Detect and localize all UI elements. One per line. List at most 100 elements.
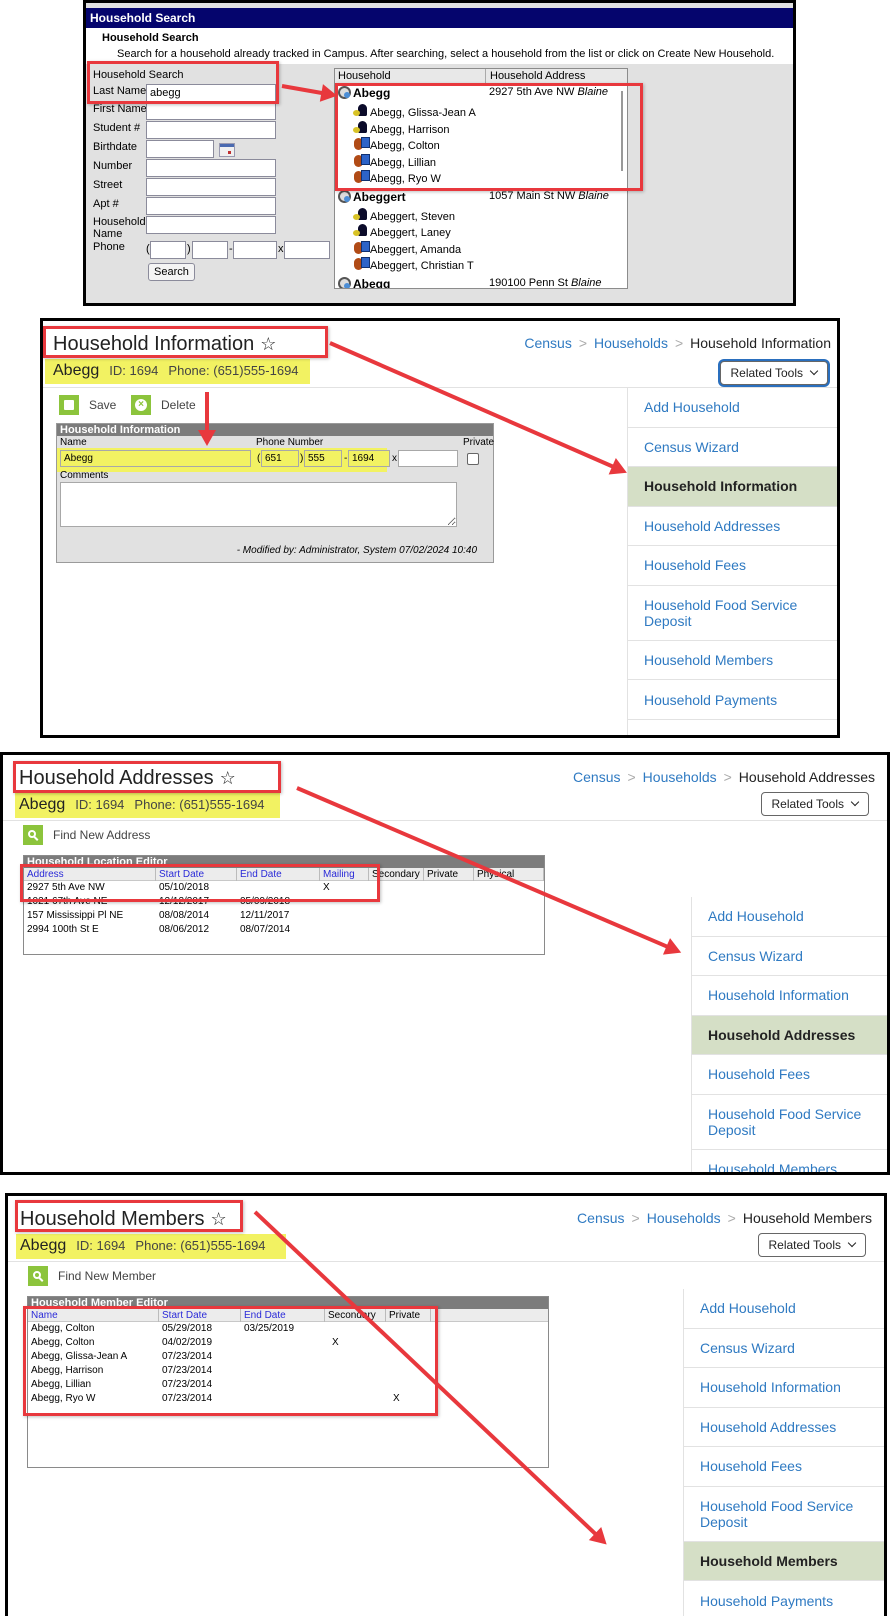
phone-prefix-input[interactable] xyxy=(192,241,228,259)
sidebar-item-household-payments[interactable]: Household Payments xyxy=(684,1581,884,1616)
phone-ext-input[interactable] xyxy=(398,450,458,467)
sidebar-item-census-wizard[interactable]: Census Wizard xyxy=(684,1329,884,1368)
column-header-address[interactable]: Address xyxy=(24,868,156,881)
member-result[interactable]: Abeggert, Laney xyxy=(353,224,451,239)
sidebar-item-add-household[interactable]: Add Household xyxy=(692,897,887,937)
breadcrumb-households[interactable]: Households xyxy=(643,769,717,785)
member-result[interactable]: Abeggert, Amanda xyxy=(353,240,461,256)
find-new-address-button[interactable]: Find New Address xyxy=(23,825,150,845)
member-result[interactable]: Abegg, Lillian xyxy=(353,153,436,169)
star-icon[interactable]: ☆ xyxy=(220,768,236,788)
column-header-secondary[interactable]: Secondary xyxy=(325,1309,386,1322)
phone-area-input[interactable] xyxy=(261,450,299,467)
column-header-private[interactable]: Private xyxy=(386,1309,431,1322)
star-icon[interactable]: ☆ xyxy=(260,334,276,354)
table-row[interactable]: Abegg, Colton 04/02/2019 X xyxy=(28,1336,548,1350)
sidebar-item-household-food-service-deposit[interactable]: Household Food Service Deposit xyxy=(628,586,837,641)
sidebar-item-household-members[interactable]: Household Members xyxy=(628,641,837,681)
sidebar-item-household-information[interactable]: Household Information xyxy=(692,976,887,1016)
member-result[interactable]: Abegg, Harrison xyxy=(353,120,450,136)
column-header-end-date[interactable]: End Date xyxy=(237,868,320,881)
sidebar-item-add-household[interactable]: Add Household xyxy=(628,388,837,428)
results-scrollbar[interactable] xyxy=(621,91,623,171)
student-number-input[interactable] xyxy=(146,121,276,139)
column-header-start-date[interactable]: Start Date xyxy=(156,868,237,881)
sidebar-item-household-addresses[interactable]: Household Addresses xyxy=(692,1015,887,1055)
save-button[interactable]: Save xyxy=(59,395,116,415)
birthdate-input[interactable] xyxy=(146,140,214,158)
table-row[interactable]: 157 Mississippi Pl NE 08/08/2014 12/11/201… xyxy=(24,909,544,923)
number-input[interactable] xyxy=(146,159,276,177)
household-result[interactable]: Abegg xyxy=(338,86,390,100)
street-input[interactable] xyxy=(146,178,276,196)
private-checkbox[interactable] xyxy=(467,453,479,465)
student-icon xyxy=(353,153,370,168)
sidebar-item-add-household[interactable]: Add Household xyxy=(684,1289,884,1329)
star-icon[interactable]: ☆ xyxy=(211,1209,227,1229)
related-tools-label: Related Tools xyxy=(771,797,845,811)
column-header-private[interactable]: Private xyxy=(424,868,474,881)
table-row[interactable]: 2994 100th St E 08/06/2012 08/07/2014 xyxy=(24,923,544,937)
sidebar-item-household-fees[interactable]: Household Fees xyxy=(684,1447,884,1487)
phone-ext-input[interactable] xyxy=(284,241,330,259)
last-name-input[interactable] xyxy=(146,84,276,102)
member-result[interactable]: Abegg, Ryo W xyxy=(353,170,441,185)
breadcrumb-census[interactable]: Census xyxy=(573,769,620,785)
related-tools-button[interactable]: Related Tools xyxy=(760,792,869,816)
sidebar-item-household-fees[interactable]: Household Fees xyxy=(628,546,837,586)
sidebar-item-household-information[interactable]: Household Information xyxy=(628,467,837,507)
breadcrumb-census[interactable]: Census xyxy=(524,335,571,351)
table-row[interactable]: Abegg, Ryo W 07/23/2014 X xyxy=(28,1392,548,1406)
comments-textarea[interactable] xyxy=(60,482,457,527)
table-row[interactable]: Abegg, Colton 05/29/2018 03/25/2019 xyxy=(28,1322,548,1336)
calendar-icon[interactable] xyxy=(219,143,235,157)
member-result[interactable]: Abegg, Colton xyxy=(353,137,440,152)
chevron-down-icon xyxy=(850,797,860,807)
sidebar-item-census-wizard[interactable]: Census Wizard xyxy=(628,428,837,467)
apt-input[interactable] xyxy=(146,197,276,215)
member-result[interactable]: Abeggert, Steven xyxy=(353,207,455,223)
table-row[interactable]: 1021 67th Ave NE 12/12/2017 05/09/2018 xyxy=(24,895,544,909)
phone-line-input[interactable] xyxy=(233,241,277,259)
breadcrumb-households[interactable]: Households xyxy=(594,335,668,351)
table-row[interactable]: 2927 5th Ave NW 05/10/2018 X xyxy=(24,881,544,895)
sidebar-item-household-addresses[interactable]: Household Addresses xyxy=(628,507,837,546)
cell-name: Abegg, Lillian xyxy=(31,1379,92,1390)
table-row[interactable]: Abegg, Harrison 07/23/2014 xyxy=(28,1364,548,1378)
phone-line-input[interactable] xyxy=(348,450,390,467)
table-row[interactable]: Abegg, Glissa-Jean A 07/23/2014 xyxy=(28,1350,548,1364)
column-header-start-date[interactable]: Start Date xyxy=(159,1309,241,1322)
household-name-input[interactable] xyxy=(146,216,276,234)
sidebar-item-household-food-service-deposit[interactable]: Household Food Service Deposit xyxy=(692,1095,887,1150)
sidebar-item-household-payments[interactable]: Household Payments xyxy=(628,680,837,720)
household-summary: Abegg ID: 1694 Phone: (651)555-1694 xyxy=(20,1237,276,1255)
first-name-input[interactable] xyxy=(146,102,276,120)
table-row[interactable]: Abegg, Lillian 07/23/2014 xyxy=(28,1378,548,1392)
phone-prefix-input[interactable] xyxy=(304,450,342,467)
sidebar-item-household-information[interactable]: Household Information xyxy=(684,1368,884,1408)
sidebar-item-household-members[interactable]: Household Members xyxy=(692,1150,887,1172)
find-new-member-button[interactable]: Find New Member xyxy=(28,1266,156,1286)
column-header-name[interactable]: Name xyxy=(28,1309,159,1322)
sidebar-item-census-wizard[interactable]: Census Wizard xyxy=(692,937,887,976)
related-tools-sidebar: Add Household Census Wizard Household Info… xyxy=(683,1289,884,1616)
member-result[interactable]: Abegg, Glissa-Jean A xyxy=(353,104,476,119)
delete-button[interactable]: × Delete xyxy=(131,395,196,415)
column-header-end-date[interactable]: End Date xyxy=(241,1309,325,1322)
household-result[interactable]: Abegg xyxy=(338,276,390,288)
phone-area-input[interactable] xyxy=(150,241,186,259)
name-input[interactable] xyxy=(60,450,251,467)
sidebar-item-household-addresses[interactable]: Household Addresses xyxy=(684,1408,884,1447)
sidebar-item-household-members[interactable]: Household Members xyxy=(684,1541,884,1582)
column-header-secondary[interactable]: Secondary xyxy=(369,868,424,881)
member-result[interactable]: Abeggert, Christian T xyxy=(353,257,474,272)
household-result[interactable]: Abeggert xyxy=(338,189,406,204)
sidebar-item-household-fees[interactable]: Household Fees xyxy=(692,1055,887,1095)
related-tools-button[interactable]: Related Tools xyxy=(719,361,828,385)
breadcrumb-census[interactable]: Census xyxy=(577,1210,624,1226)
related-tools-button[interactable]: Related Tools xyxy=(757,1233,866,1257)
sidebar-item-household-food-service-deposit[interactable]: Household Food Service Deposit xyxy=(684,1487,884,1542)
breadcrumb-households[interactable]: Households xyxy=(647,1210,721,1226)
column-header-mailing[interactable]: Mailing xyxy=(320,868,369,881)
search-button[interactable]: Search xyxy=(148,263,195,281)
